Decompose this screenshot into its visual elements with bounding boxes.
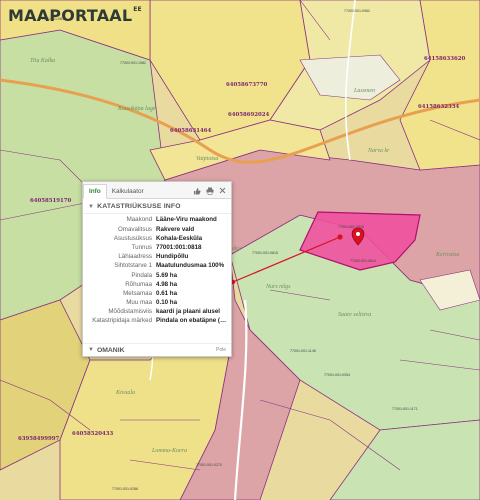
info-row: Mõõdistamisviis kaardi ja plaani alusel xyxy=(83,308,231,317)
place-name-label: Saare seltsiva xyxy=(338,312,371,318)
info-value: 0.10 ha xyxy=(156,299,178,307)
section-katastriuksuse-info[interactable]: ▼ KATASTRIÜKSUSE INFO xyxy=(83,199,231,214)
cadastral-label: 77002:001:0810 xyxy=(350,259,376,263)
place-name-label: Narva kr xyxy=(367,148,390,154)
omanik-toggle[interactable]: ▼ OMANIK xyxy=(88,347,125,354)
info-row: Rõhumaa 4.98 ha xyxy=(83,280,231,289)
info-key: Muu maa xyxy=(126,299,153,307)
info-key: Mõõdistamisviis xyxy=(108,308,153,316)
info-value: 4.98 ha xyxy=(156,280,178,288)
parcel-number-label: 64058520433 xyxy=(72,431,114,437)
footer-title: OMANIK xyxy=(96,346,125,354)
info-row: Maakond Lääne-Viru maakond xyxy=(83,216,231,225)
parcel-number-label: 64058673770 xyxy=(226,82,268,88)
thumbs-up-icon[interactable] xyxy=(192,186,201,195)
tab-kalkulaator[interactable]: Kalkulaator xyxy=(107,185,149,198)
cadastral-label: 77001:001:0270 xyxy=(196,463,222,467)
place-name-label: Tiiu Kalka xyxy=(30,58,55,64)
info-row: Omavalitsus Rakvere vald xyxy=(83,225,231,234)
info-value: 0.61 ha xyxy=(156,289,178,297)
measure-end-point xyxy=(337,234,343,240)
info-key: Pindala xyxy=(131,271,153,279)
chevron-down-icon: ▼ xyxy=(88,347,94,353)
info-row: Katastripidaja märked Pindala on ebatäpne… xyxy=(83,317,231,326)
tab-info[interactable]: Info xyxy=(83,184,107,199)
close-icon[interactable] xyxy=(218,186,227,195)
section-title: KATASTRIÜKSUSE INFO xyxy=(97,203,181,210)
maaportaal-logo[interactable]: MAAPORTAALEE xyxy=(4,4,142,26)
info-key: Metsamaa xyxy=(123,289,153,297)
info-key: Rõhumaa xyxy=(125,280,153,288)
info-value: 5.69 ha xyxy=(156,271,178,279)
place-name-label: Vaipiotsa xyxy=(196,156,218,162)
parcel-number-label: 63958499997 xyxy=(18,436,60,442)
info-row: Pindala 5.69 ha xyxy=(83,271,231,280)
info-value: 77001:001:0818 xyxy=(156,243,202,251)
footer-link[interactable]: Pole xyxy=(216,347,226,353)
cadastral-label: 77002:001:0962 xyxy=(344,9,370,13)
place-name-label: Lomma-Koera xyxy=(151,448,187,454)
cadastral-label: 77001:001:0354 xyxy=(324,373,350,377)
popup-tabs: Info Kalkulaator xyxy=(83,182,231,199)
place-name-label: Lassmen xyxy=(353,88,375,94)
info-key: Omavalitsus xyxy=(117,225,153,233)
info-key: Maakond xyxy=(126,216,153,224)
info-value: Rakvere vald xyxy=(156,225,195,233)
info-value: Maatulundusmaa 100% xyxy=(156,262,225,270)
info-popup: Info Kalkulaator ▼ KATASTRIÜKSUSE INFO M… xyxy=(82,181,232,357)
cadastral-label: 77002:001:1982 xyxy=(120,61,146,65)
info-row: Metsamaa 0.61 ha xyxy=(83,290,231,299)
info-value: Lääne-Viru maakond xyxy=(156,216,217,224)
info-value: Kohala-Eesküla xyxy=(156,234,203,242)
map-canvas[interactable]: 64058673770 64058692024 64058631464 6405… xyxy=(0,0,480,500)
parcel-number-label: 64058519170 xyxy=(30,198,72,204)
info-row: Lähiaadress Hundipõllu xyxy=(83,253,231,262)
info-row: Asustusüksus Kohala-Eesküla xyxy=(83,234,231,243)
cadastral-label: 77001:001:0815 xyxy=(252,251,278,255)
info-value: kaardi ja plaani alusel xyxy=(156,308,220,316)
parcel-number-label: 64158633620 xyxy=(424,56,466,62)
info-key: Tunnus xyxy=(131,243,153,251)
cadastral-label: 77001:001:1171 xyxy=(392,407,418,411)
info-row: Muu maa 0.10 ha xyxy=(83,299,231,308)
cadastral-label: 77001:001:1146 xyxy=(290,349,316,353)
info-row: Sihtotstarve 1 Maatulundusmaa 100% xyxy=(83,262,231,271)
chevron-down-icon: ▼ xyxy=(88,203,95,210)
info-key: Lähiaadress xyxy=(118,253,153,261)
place-name-label: Kerivatsa xyxy=(435,252,459,258)
cadastral-label: 77001:001:0286 xyxy=(112,487,138,491)
parcel-number-label: 64058631464 xyxy=(170,128,212,134)
parcel-number-label: 64058692024 xyxy=(228,112,270,118)
cadastral-label: 77001:001:0818 xyxy=(338,225,364,229)
parcel-number-label: 64158632334 xyxy=(418,104,460,110)
info-row: Tunnus 77001:001:0818 xyxy=(83,244,231,253)
info-table: Maakond Lääne-Viru maakond Omavalitsus Rakv… xyxy=(83,216,231,326)
info-value: Pindala on ebatäpne (… xyxy=(156,317,227,325)
print-icon[interactable] xyxy=(205,186,214,195)
place-name-label: Kivaala xyxy=(115,390,135,396)
info-key: Asustusüksus xyxy=(113,234,153,242)
section-omanik: ▼ OMANIK Pole xyxy=(83,343,231,356)
place-name-label: Kuusikäpa lage xyxy=(117,106,156,112)
info-key: Katastripidaja märked xyxy=(92,317,153,325)
place-name-label: Nurs nõgs xyxy=(265,284,291,290)
info-key: Sihtotstarve 1 xyxy=(114,262,153,270)
info-value: Hundipõllu xyxy=(156,253,189,261)
logo-text: MAAPORTAALEE xyxy=(8,5,142,25)
popup-tools xyxy=(192,186,227,195)
